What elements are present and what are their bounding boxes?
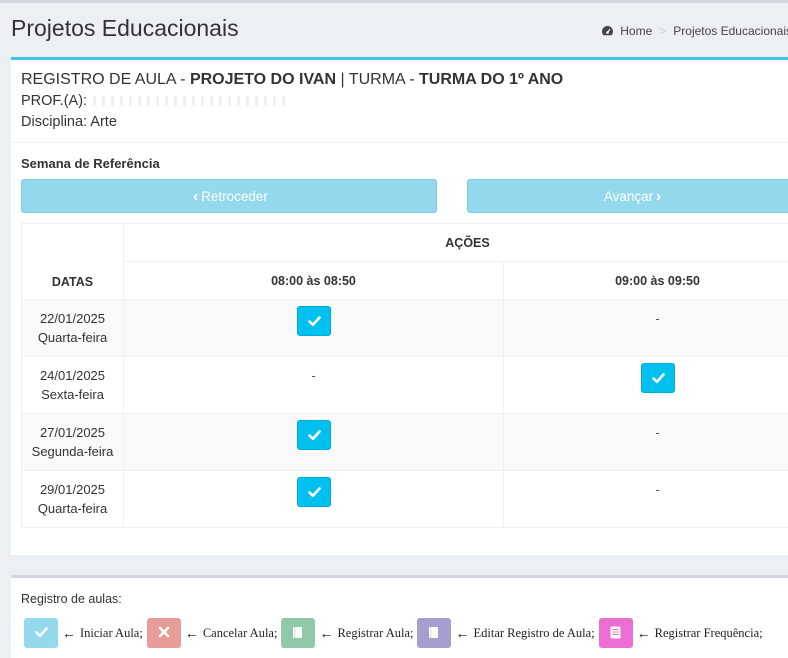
retroceder-button[interactable]: ‹ Retroceder [21,179,437,213]
iniciar-aula-button[interactable] [296,419,331,450]
datas-header: DATAS [21,223,124,300]
iniciar-aula-button[interactable] [640,362,675,393]
slot-cell: - [502,299,788,357]
slot-cell: - [502,413,788,471]
date-value: 24/01/2025 [39,368,106,383]
table-header-row: DATAS AÇÕES [21,223,788,300]
weekday-value: Quarta-feira [37,501,108,516]
arrow-left-icon: ← [455,625,470,641]
table-row: 24/01/2025 Sexta-feira - [21,356,788,414]
breadcrumb-current: Projetos Educacionais [673,24,788,38]
chevron-right-icon: › [656,187,662,205]
arrow-left-icon: ← [62,625,76,641]
semana-label: Semana de Referência [21,156,160,171]
date-cell: 29/01/2025 Quarta-feira [21,470,124,528]
legend-box: Registro de aulas: ← Iniciar Aula; ← Cancel… [11,575,788,658]
legend-label: Iniciar Aula; [80,625,143,640]
book-icon [292,626,303,639]
arrow-left-icon: ← [319,625,334,641]
legend-item: ← Editar Registro de Aula; [417,618,595,648]
avancar-label: Avançar [603,188,654,204]
disciplina-line: Disciplina: Arte [21,114,117,130]
aulas-table: DATAS AÇÕES 08:00 às 08:50 09:00 às 09:5… [21,223,788,528]
professor-name-redacted [87,96,288,107]
empty-slot: - [655,481,660,497]
date-cell: 24/01/2025 Sexta-feira [21,356,124,414]
empty-slot: - [655,310,660,326]
legend-item: ← Registrar Frequência; [598,618,763,648]
date-value: 29/01/2025 [39,482,106,497]
breadcrumb-home[interactable]: Home [620,24,652,38]
check-icon [35,626,48,638]
legend-item: ← Cancelar Aula; [146,618,278,648]
legend-swatch-button [146,618,181,648]
legend-swatch-button [417,618,452,648]
slot-cell [123,299,504,357]
legend-label: Editar Registro de Aula; [473,625,595,640]
book-icon [428,626,439,639]
weekday-value: Quarta-feira [37,330,108,345]
legend-swatch-button [24,618,58,648]
slot-header: 08:00 às 08:50 [123,261,504,300]
turma-prefix: | TURMA - [336,71,420,88]
iniciar-aula-button[interactable] [296,476,331,507]
arrow-left-icon: ← [636,625,651,641]
list-icon [610,626,621,639]
arrow-left-icon: ← [184,625,199,641]
registro-box: REGISTRO DE AULA - PROJETO DO IVAN | TUR… [11,57,788,555]
weekday-value: Sexta-feira [41,387,104,402]
legend-swatch-button [598,618,633,648]
table-row: 29/01/2025 Quarta-feira - [21,470,788,528]
weekday-value: Segunda-feira [31,444,114,459]
table-slots-row: 08:00 às 08:50 09:00 às 09:50 [22,261,788,300]
breadcrumb-separator: > [659,24,667,38]
legend-title: Registro de aulas: [21,592,122,606]
legend-label: Cancelar Aula; [202,625,278,640]
avancar-button[interactable]: Avançar › [467,179,788,213]
professor-line: PROF.(A): [21,93,288,109]
legend-item: ← Iniciar Aula; [24,618,143,648]
legend-item: ← Registrar Aula; [281,618,413,648]
chevron-left-icon: ‹ [193,187,199,205]
empty-slot: - [655,424,660,440]
projeto-name: PROJETO DO IVAN [189,71,337,88]
slot-cell [502,356,788,414]
breadcrumb: Home > Projetos Educacionais [601,24,788,38]
dashboard-icon [601,25,614,38]
empty-slot: - [311,367,316,383]
date-value: 22/01/2025 [39,311,106,326]
slot-cell: - [123,356,504,414]
table-row: 27/01/2025 Segunda-feira - [21,413,788,471]
legend-label: Registrar Frequência; [654,625,763,640]
legend-label: Registrar Aula; [337,625,414,640]
date-value: 27/01/2025 [39,425,106,440]
acoes-header: AÇÕES [122,223,788,262]
registro-title: REGISTRO DE AULA - PROJETO DO IVAN | TUR… [21,71,563,89]
date-cell: 27/01/2025 Segunda-feira [21,413,124,471]
turma-name: TURMA DO 1º ANO [419,71,564,88]
retroceder-label: Retroceder [201,188,268,204]
legend-row: ← Iniciar Aula; ← Cancelar Aula; ← Registrar … [24,618,767,648]
slot-cell: - [502,470,788,528]
content-header: Projetos Educacionais Home > Projetos Ed… [0,0,788,58]
datas-header-label: DATAS [51,275,94,289]
registro-header: REGISTRO DE AULA - PROJETO DO IVAN | TUR… [11,60,788,143]
slot-cell [123,413,504,471]
times-icon [158,626,170,638]
professor-label: PROF.(A): [21,93,88,109]
registro-prefix: REGISTRO DE AULA - [21,71,190,88]
date-cell: 22/01/2025 Quarta-feira [21,299,124,357]
slot-header: 09:00 às 09:50 [502,261,788,300]
table-row: 22/01/2025 Quarta-feira - [21,299,788,357]
table-body: 22/01/2025 Quarta-feira - 24/01/2025 Sexta-f… [21,299,788,528]
iniciar-aula-button[interactable] [296,305,331,336]
slot-cell [123,470,504,528]
legend-swatch-button [281,618,316,648]
page-title: Projetos Educacionais [11,15,239,41]
